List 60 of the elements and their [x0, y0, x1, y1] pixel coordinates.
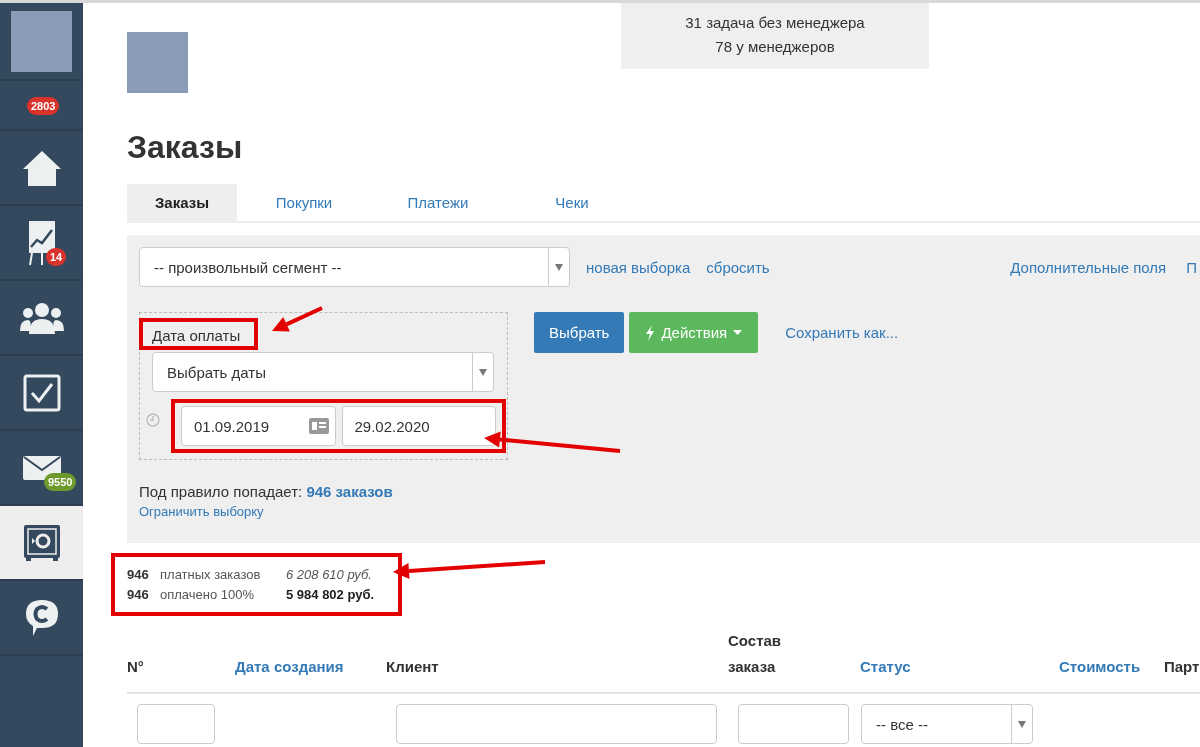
caret-icon — [1018, 720, 1026, 728]
column-header[interactable]: Статус — [860, 654, 1059, 694]
column-header: Состав заказа — [728, 631, 783, 677]
column-header: Клиент — [386, 657, 440, 677]
actions-button[interactable]: Действия — [629, 312, 759, 353]
photo-placeholder — [11, 10, 72, 72]
people-icon — [19, 300, 64, 335]
link[interactable]: Дополнительные поля — [1010, 258, 1167, 276]
sidebar-item[interactable]: 2803 — [0, 81, 83, 131]
chat-icon — [24, 598, 59, 637]
link[interactable]: П — [1186, 258, 1197, 276]
filter-label: Дата оплаты — [139, 318, 259, 350]
tab[interactable]: Заказы — [127, 184, 237, 221]
match-text: Под правило попадает: 946 заказов — [139, 483, 394, 500]
clock-icon — [146, 412, 160, 427]
segment-dropdown[interactable]: -- произвольный сегмент -- — [139, 247, 570, 287]
column-header: N° — [127, 657, 145, 677]
annotation-arrow — [272, 306, 323, 332]
summary-label: оплачено 100% — [160, 586, 256, 604]
filter-input[interactable] — [396, 704, 717, 744]
date-input[interactable]: 01.09.2019 — [181, 406, 336, 446]
link[interactable]: Сохранить как... — [785, 324, 899, 341]
caret-icon — [479, 368, 487, 376]
lightning-icon — [645, 324, 656, 341]
stats-text: 31 задача без менеджера — [684, 13, 866, 33]
column-header: Парт — [1164, 657, 1200, 677]
link[interactable]: новая выборка — [586, 258, 691, 276]
tab[interactable]: Платежи — [371, 184, 505, 221]
order-count: 946 — [127, 566, 150, 584]
caret-icon — [733, 330, 743, 335]
notification-badge: 9550 — [44, 473, 77, 491]
select-button[interactable]: Выбрать — [534, 312, 625, 353]
safe-icon — [22, 523, 61, 562]
tab[interactable]: Чеки — [505, 184, 639, 221]
filter-input[interactable] — [137, 704, 215, 744]
column-header[interactable]: Дата создания — [235, 654, 386, 694]
summary-amount: 5 984 802 руб. — [286, 586, 375, 604]
tab[interactable]: Покупки — [237, 184, 371, 221]
notification-badge: 14 — [46, 248, 67, 266]
sidebar-item[interactable] — [0, 506, 83, 581]
sidebar-item[interactable]: 14 — [0, 206, 83, 281]
house-icon — [21, 148, 62, 187]
notification-badge: 2803 — [27, 97, 60, 115]
page-title: Заказы — [127, 129, 244, 166]
summary-amount: 6 208 610 руб. — [286, 566, 372, 584]
caret-icon — [555, 263, 563, 271]
date-mode-dropdown[interactable]: Выбрать даты — [152, 352, 494, 392]
envelope-icon — [22, 455, 61, 480]
photo-placeholder — [127, 32, 188, 93]
checkbox-icon — [22, 373, 61, 412]
calendar-icon — [308, 418, 329, 434]
filter-input[interactable] — [738, 704, 849, 744]
link[interactable]: сбросить — [706, 258, 770, 276]
date-input[interactable]: 29.02.2020 — [341, 406, 496, 446]
status-dropdown[interactable]: -- все -- — [861, 704, 1033, 744]
stats-text: 78 у менеджеров — [714, 37, 836, 57]
summary-label: платных заказов — [160, 566, 262, 584]
column-header[interactable]: Стоимость — [1059, 654, 1164, 694]
link[interactable]: Ограничить выборку — [139, 504, 264, 519]
order-count: 946 — [127, 586, 150, 604]
